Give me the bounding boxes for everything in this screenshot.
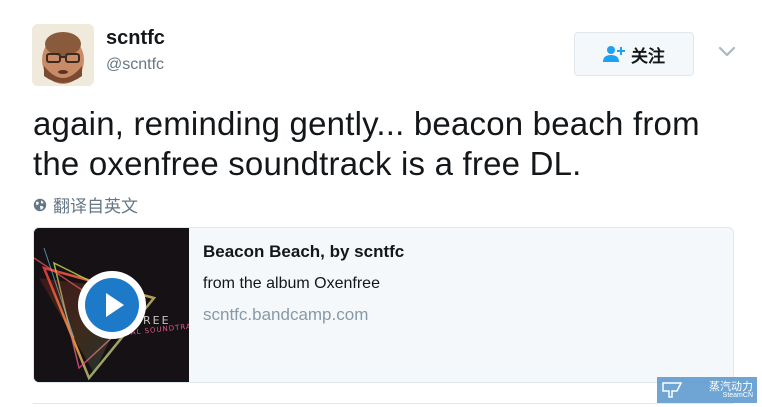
avatar-portrait-icon (32, 24, 94, 86)
card-details: Beacon Beach, by scntfc from the album O… (189, 228, 418, 382)
add-user-icon (603, 46, 625, 62)
chevron-down-icon (718, 46, 736, 57)
translate-label: 翻译自英文 (53, 197, 138, 217)
steamcn-logo-icon (657, 377, 687, 403)
user-handle[interactable]: @scntfc (106, 56, 164, 74)
translate-tweet-link[interactable]: 翻译自英文 (33, 192, 138, 217)
globe-icon (33, 198, 47, 211)
more-options-button[interactable] (716, 44, 738, 60)
watermark-main-text: 蒸汽动力 (709, 379, 753, 393)
play-icon (85, 278, 139, 332)
card-description: from the album Oxenfree (203, 275, 380, 292)
watermark: 蒸汽动力 SteamCN (657, 377, 757, 403)
card-domain[interactable]: scntfc.bandcamp.com (203, 305, 404, 325)
watermark-sub-text: SteamCN (722, 391, 753, 399)
display-name[interactable]: scntfc (106, 27, 165, 50)
divider (33, 403, 734, 404)
play-button[interactable] (78, 271, 146, 339)
album-art[interactable]: OXENFREE ORIGINAL SOUNDTRACK (34, 228, 189, 382)
link-card[interactable]: OXENFREE ORIGINAL SOUNDTRACK Beacon Beac… (33, 227, 734, 383)
tweet-text: again, reminding gently... beacon beach … (33, 105, 700, 182)
follow-label: 关注 (631, 46, 665, 67)
card-title[interactable]: Beacon Beach, by scntfc (203, 242, 404, 262)
avatar[interactable] (32, 24, 94, 86)
follow-button[interactable]: 关注 (574, 32, 694, 76)
